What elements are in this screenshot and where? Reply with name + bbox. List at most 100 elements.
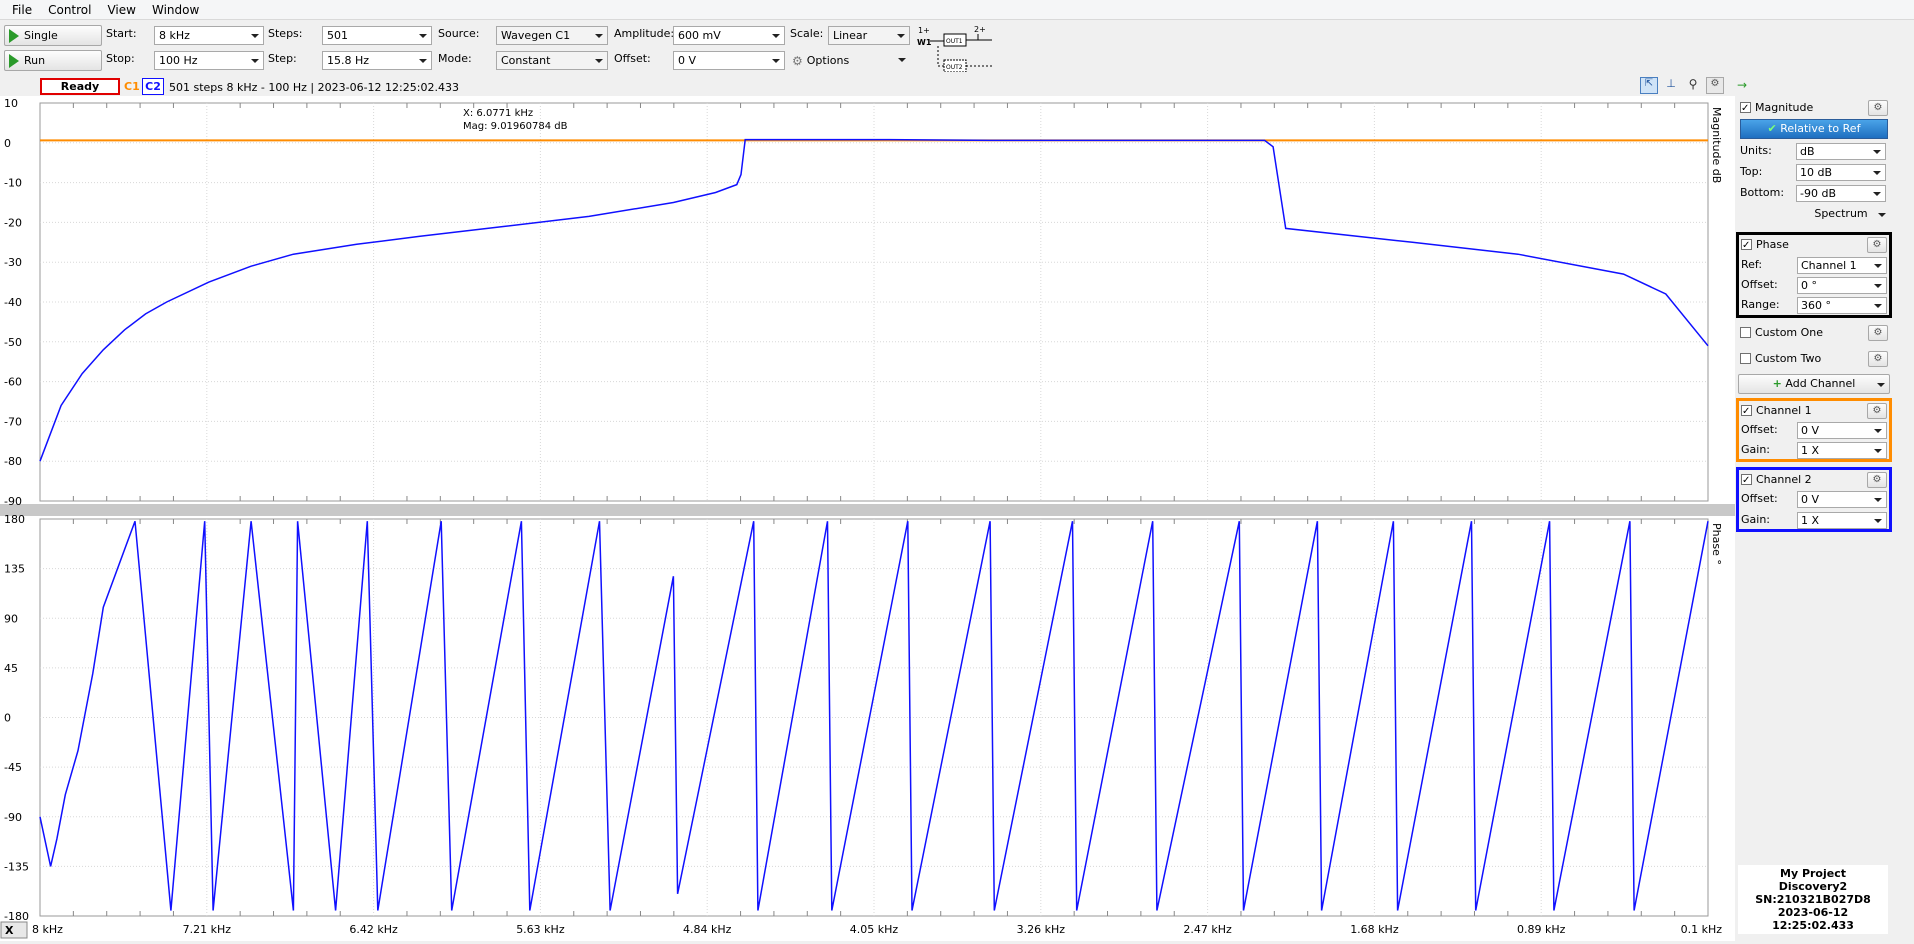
status-text: 501 steps 8 kHz - 100 Hz | 2023-06-12 12… <box>169 81 459 94</box>
x-tick-label: 0.1 kHz <box>1681 923 1723 936</box>
top-label: Top: <box>1740 165 1763 178</box>
mode-select[interactable]: Constant <box>496 51 608 70</box>
step-field[interactable]: 15.8 Hz <box>322 51 432 70</box>
amplitude-field[interactable]: 600 mV <box>673 26 785 45</box>
relative-to-ref-button[interactable]: ✔ Relative to Ref <box>1740 119 1888 139</box>
mag-y-tick-label: -60 <box>4 376 22 389</box>
checkbox-checked-icon <box>1740 100 1751 118</box>
menu-window[interactable]: Window <box>144 0 207 20</box>
menu-file[interactable]: File <box>4 0 40 20</box>
add-channel-button[interactable]: + Add Channel <box>1738 374 1890 394</box>
channel1-panel: Channel 1 ⚙ Offset: 0 V Gain: 1 X <box>1736 398 1892 462</box>
scale-value: Linear <box>833 29 868 42</box>
relative-to-ref-label: Relative to Ref <box>1780 122 1861 135</box>
diagram-2plus: 2+ <box>974 25 986 34</box>
single-button[interactable]: Single <box>4 25 102 46</box>
x-tick-label: 2.47 kHz <box>1183 923 1232 936</box>
plus-icon: + <box>1772 377 1782 390</box>
ref-label: Ref: <box>1741 258 1763 271</box>
units-select[interactable]: dB <box>1796 143 1886 160</box>
mag-y-tick-label: -70 <box>4 415 22 428</box>
add-channel-label: Add Channel <box>1785 377 1856 390</box>
mode-label: Mode: <box>438 52 472 65</box>
x-tick-label: 5.63 kHz <box>516 923 565 936</box>
chevron-down-icon <box>419 59 427 63</box>
magnitude-settings-icon[interactable]: ⚙ <box>1868 100 1888 116</box>
mag-y-tick-label: 10 <box>4 97 18 110</box>
chevron-down-icon <box>1874 498 1882 502</box>
ch2-offset-value: 0 V <box>1801 493 1820 506</box>
device-name: Discovery2 <box>1778 880 1848 893</box>
chevron-down-icon <box>1874 519 1882 523</box>
custom-two-settings-icon[interactable]: ⚙ <box>1868 351 1888 367</box>
custom-two-label: Custom Two <box>1755 352 1822 365</box>
offset-field[interactable]: 0 V <box>673 51 785 70</box>
spectrum-select[interactable]: Spectrum <box>1796 205 1886 223</box>
top-value: 10 dB <box>1800 166 1833 179</box>
status-ready-badge: Ready <box>40 78 120 95</box>
bottom-field[interactable]: -90 dB <box>1796 185 1886 202</box>
source-label: Source: <box>438 27 480 40</box>
ref-select[interactable]: Channel 1 <box>1797 257 1887 274</box>
stop-field[interactable]: 100 Hz <box>154 51 264 70</box>
channel1-toggle[interactable]: C1 <box>124 80 140 93</box>
ch1-gain-field[interactable]: 1 X <box>1797 442 1887 459</box>
chevron-down-icon <box>251 59 259 63</box>
ch2-offset-label: Offset: <box>1741 492 1778 505</box>
phase-settings-icon[interactable]: ⚙ <box>1867 237 1887 253</box>
ch2-gain-field[interactable]: 1 X <box>1797 512 1887 529</box>
mag-y-tick-label: -10 <box>4 177 22 190</box>
bottom-label: Bottom: <box>1740 186 1785 199</box>
channel1-label: Channel 1 <box>1756 404 1812 417</box>
gear-icon: ⚙ <box>792 53 803 68</box>
units-label: Units: <box>1740 144 1772 157</box>
channel2-settings-icon[interactable]: ⚙ <box>1867 472 1887 488</box>
diagram-out1: OUT1 <box>946 38 963 45</box>
ch2-offset-field[interactable]: 0 V <box>1797 491 1887 508</box>
x-tick-label: 4.05 kHz <box>850 923 899 936</box>
phase-y-tick-label: 0 <box>4 712 11 725</box>
ch1-offset-field[interactable]: 0 V <box>1797 422 1887 439</box>
chevron-down-icon <box>1873 150 1881 154</box>
scale-select[interactable]: Linear <box>828 26 910 45</box>
options-button[interactable]: ⚙ Options <box>792 51 910 70</box>
scale-label: Scale: <box>790 27 824 40</box>
x-axis-selector-label: X <box>5 924 14 937</box>
mag-y-tick-label: 0 <box>4 137 11 150</box>
channel2-toggle[interactable]: C2 <box>142 78 164 95</box>
chevron-down-icon <box>1874 429 1882 433</box>
phase-offset-field[interactable]: 0 ° <box>1797 277 1887 294</box>
cursor-tool-icon[interactable]: ⇱ <box>1640 77 1658 94</box>
phase-y-tick-label: 90 <box>4 612 18 625</box>
checkbox-unchecked-icon <box>1740 327 1751 338</box>
diagram-out2: OUT2 <box>946 64 963 71</box>
stop-value: 100 Hz <box>159 54 198 67</box>
expand-arrow-icon[interactable]: → <box>1737 78 1747 92</box>
custom-one-settings-icon[interactable]: ⚙ <box>1868 325 1888 341</box>
channel1-settings-icon[interactable]: ⚙ <box>1867 403 1887 419</box>
phase-y-tick-label: 180 <box>4 513 25 526</box>
range-field[interactable]: 360 ° <box>1797 297 1887 314</box>
menu-control[interactable]: Control <box>40 0 99 20</box>
run-button[interactable]: Run <box>4 50 102 71</box>
steps-field[interactable]: 501 <box>322 26 432 45</box>
top-field[interactable]: 10 dB <box>1796 164 1886 181</box>
run-label: Run <box>24 54 46 67</box>
phase-y-tick-label: -90 <box>4 811 22 824</box>
chevron-down-icon <box>251 34 259 38</box>
diagram-w1: W1 <box>917 38 932 47</box>
phase-y-tick-label: -180 <box>4 910 29 923</box>
start-field[interactable]: 8 kHz <box>154 26 264 45</box>
x-tick-label: 4.84 kHz <box>683 923 732 936</box>
plots-svg[interactable]: 8 kHz 7.21 kHz 6.42 kHz 5.63 kHz 4.84 kHz 4.0… <box>0 96 1735 941</box>
menu-view[interactable]: View <box>99 0 143 20</box>
zoom-icon[interactable]: ⚲ <box>1684 77 1702 94</box>
start-value: 8 kHz <box>159 29 190 42</box>
range-label: Range: <box>1741 298 1780 311</box>
chevron-down-icon <box>898 58 906 62</box>
menu-bar: File Control View Window <box>0 0 1914 20</box>
source-select[interactable]: Wavegen C1 <box>496 26 608 45</box>
axis-tool-icon[interactable]: ⊥ <box>1662 77 1680 94</box>
settings-icon[interactable]: ⚙ <box>1706 77 1724 94</box>
phase-y-tick-label: 45 <box>4 662 18 675</box>
